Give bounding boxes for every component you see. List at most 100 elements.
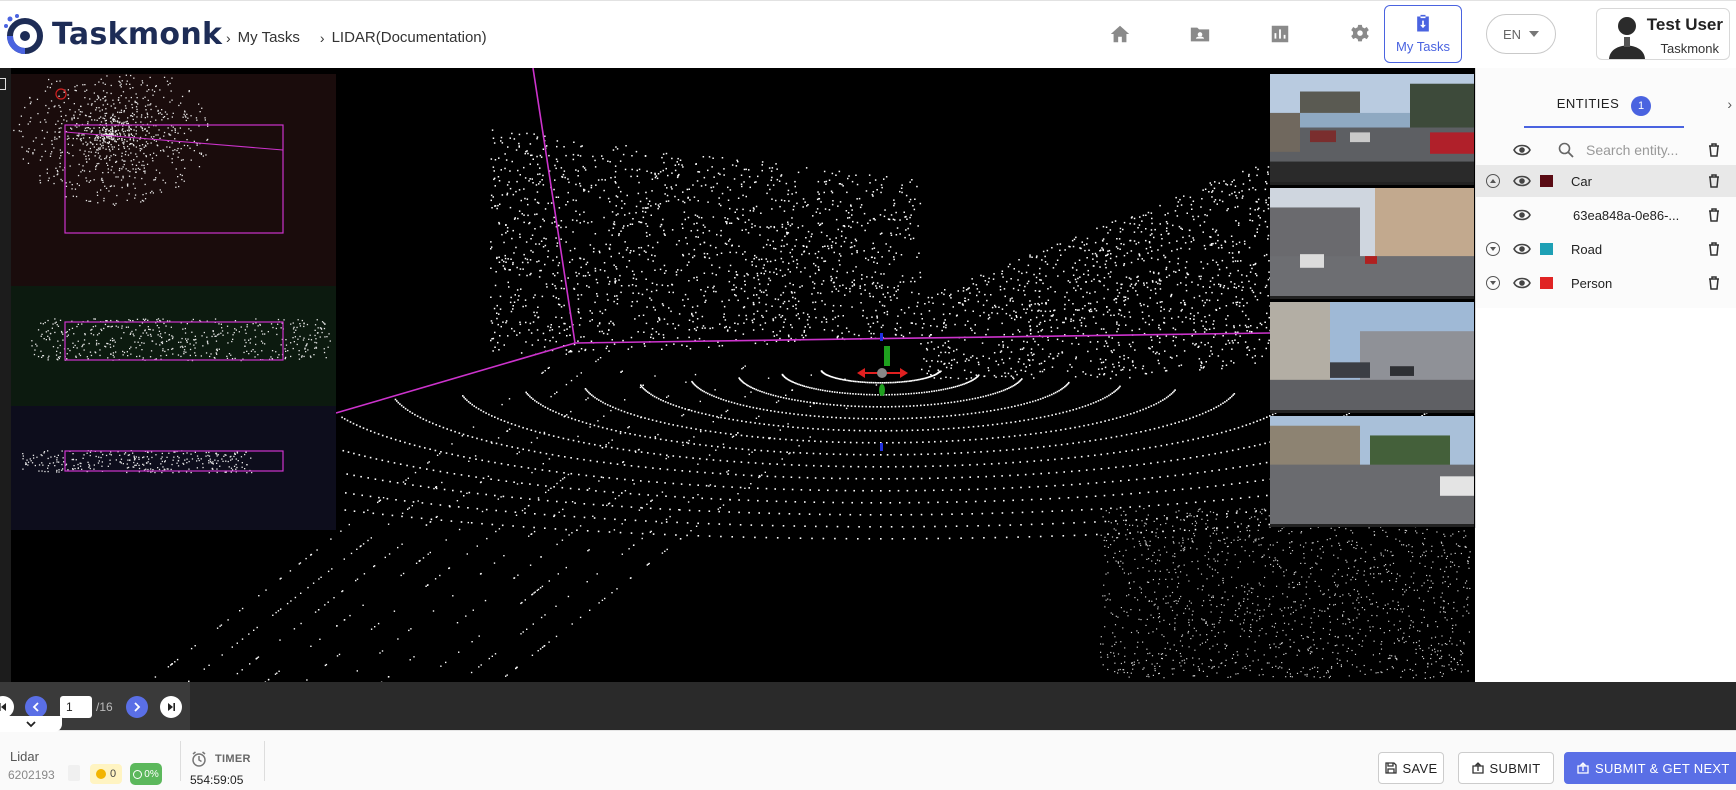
warning-icon bbox=[95, 769, 106, 779]
submit-label: SUBMIT bbox=[1489, 760, 1541, 776]
camera-view-1[interactable] bbox=[1270, 74, 1474, 185]
entities-tab[interactable]: ENTITIES 1 bbox=[1524, 90, 1684, 128]
entity-search-input[interactable] bbox=[1586, 139, 1696, 161]
first-frame-button[interactable] bbox=[0, 696, 14, 718]
eye-icon[interactable] bbox=[1513, 242, 1531, 256]
progress-value: 0% bbox=[144, 768, 159, 780]
frame-total: /16 bbox=[96, 700, 113, 714]
camera-view-4[interactable] bbox=[1270, 416, 1474, 527]
gear-icon bbox=[1351, 24, 1369, 42]
chevron-right-icon[interactable]: › bbox=[1727, 96, 1732, 112]
camera-view-3[interactable] bbox=[1270, 302, 1474, 413]
avatar bbox=[1609, 17, 1645, 59]
progress-badge: 0% bbox=[130, 763, 162, 785]
breadcrumb-project[interactable]: LIDAR(Documentation) bbox=[332, 29, 487, 46]
submit-and-get-next-button[interactable]: SUBMIT & GET NEXT bbox=[1564, 752, 1736, 784]
breadcrumb-my-tasks[interactable]: My Tasks bbox=[238, 29, 300, 46]
side-view-canvas bbox=[31, 318, 331, 362]
chevron-right-icon: › bbox=[226, 29, 231, 46]
warning-count: 0 bbox=[109, 768, 117, 780]
submit-next-label: SUBMIT & GET NEXT bbox=[1595, 760, 1730, 776]
top-view-canvas bbox=[13, 74, 284, 234]
divider bbox=[264, 741, 265, 781]
trash-icon[interactable] bbox=[1708, 276, 1720, 290]
next-frame-button[interactable] bbox=[126, 696, 148, 718]
nav-home[interactable] bbox=[1080, 19, 1160, 49]
collapse-panel-toggle[interactable] bbox=[0, 716, 62, 732]
task-id: 6202193 bbox=[8, 768, 55, 782]
front-view-panel[interactable] bbox=[11, 406, 336, 530]
entity-instance-row[interactable]: 63ea848a-0e86-... bbox=[1476, 199, 1736, 231]
save-label: SAVE bbox=[1402, 760, 1438, 776]
side-view-box[interactable] bbox=[64, 321, 284, 361]
side-view-panel[interactable] bbox=[11, 286, 336, 406]
app-name: Taskmonk bbox=[52, 16, 223, 52]
camera-image-1 bbox=[1270, 74, 1474, 182]
language-select[interactable]: EN bbox=[1486, 14, 1556, 54]
chevron-down-icon bbox=[26, 721, 36, 728]
save-button[interactable]: SAVE bbox=[1378, 752, 1444, 784]
collapse-icon[interactable] bbox=[1486, 174, 1500, 188]
entity-label: Road bbox=[1571, 241, 1603, 257]
chart-icon bbox=[1271, 25, 1289, 43]
entity-row-road[interactable]: Road bbox=[1476, 233, 1736, 265]
chevron-left-icon bbox=[32, 702, 39, 712]
timer-value: 554:59:05 bbox=[190, 773, 244, 787]
front-view-box[interactable] bbox=[64, 450, 284, 472]
folder-user-icon bbox=[1190, 27, 1210, 42]
entities-title: ENTITIES bbox=[1556, 96, 1620, 111]
lidar-viewer[interactable] bbox=[0, 68, 1475, 682]
entities-panel-empty bbox=[1475, 308, 1736, 528]
entity-row-car[interactable]: Car bbox=[1476, 165, 1736, 197]
expand-icon[interactable] bbox=[1486, 242, 1500, 256]
camera-view-2[interactable] bbox=[1270, 188, 1474, 299]
nav-projects[interactable] bbox=[1160, 19, 1240, 49]
user-menu[interactable]: Test User Taskmonk bbox=[1596, 8, 1730, 60]
taskmonk-logo-icon bbox=[4, 14, 43, 54]
frame-number-input[interactable] bbox=[60, 696, 92, 718]
warning-badge[interactable]: 0 bbox=[90, 764, 122, 784]
timer-label: TIMER bbox=[215, 753, 251, 765]
expand-icon[interactable] bbox=[0, 78, 6, 90]
transform-gizmo[interactable] bbox=[857, 333, 908, 451]
entity-instance-id: 63ea848a-0e86-... bbox=[1573, 207, 1680, 223]
trash-icon[interactable] bbox=[1708, 208, 1720, 222]
top-view-panel[interactable] bbox=[11, 74, 336, 286]
entity-search-row bbox=[1476, 134, 1736, 166]
user-name: Test User bbox=[1646, 15, 1723, 34]
expand-icon[interactable] bbox=[1486, 276, 1500, 290]
breadcrumb: › My Tasks › LIDAR(Documentation) bbox=[226, 29, 507, 46]
eye-icon[interactable] bbox=[1513, 208, 1531, 222]
my-tasks-button[interactable]: My Tasks bbox=[1384, 5, 1462, 63]
task-download-icon bbox=[1417, 14, 1429, 32]
viewer-left-toolbar bbox=[0, 68, 11, 682]
task-type: Lidar bbox=[10, 749, 39, 764]
trash-icon[interactable] bbox=[1708, 242, 1720, 256]
submit-icon bbox=[1471, 762, 1484, 774]
skip-back-icon bbox=[0, 703, 6, 711]
user-org: Taskmonk bbox=[1660, 41, 1719, 56]
home-icon bbox=[1110, 25, 1130, 43]
eye-icon[interactable] bbox=[1513, 174, 1531, 188]
submit-button[interactable]: SUBMIT bbox=[1458, 752, 1554, 784]
frame-pager: /16 bbox=[0, 682, 1736, 730]
eye-icon[interactable] bbox=[1513, 143, 1531, 157]
nav-reports[interactable] bbox=[1240, 19, 1320, 49]
trash-icon[interactable] bbox=[1708, 143, 1720, 157]
floppy-disk-icon bbox=[1384, 762, 1397, 774]
app-logo[interactable]: Taskmonk bbox=[4, 13, 222, 55]
eye-icon[interactable] bbox=[1513, 276, 1531, 290]
caret-down-icon bbox=[1529, 31, 1540, 37]
camera-views bbox=[1270, 74, 1474, 528]
chevron-right-icon bbox=[134, 702, 141, 712]
entity-color-swatch bbox=[1540, 277, 1553, 289]
entity-color-swatch bbox=[1540, 175, 1553, 187]
last-frame-button[interactable] bbox=[160, 696, 182, 718]
entity-row-person[interactable]: Person bbox=[1476, 267, 1736, 299]
search-icon bbox=[1558, 142, 1574, 158]
divider bbox=[180, 741, 181, 781]
prev-frame-button[interactable] bbox=[25, 696, 47, 718]
trash-icon[interactable] bbox=[1708, 174, 1720, 188]
task-footer: Lidar 6202193 0 0% TIMER 554:59:05 SAVE … bbox=[0, 730, 1736, 790]
alarm-clock-icon bbox=[192, 751, 206, 767]
